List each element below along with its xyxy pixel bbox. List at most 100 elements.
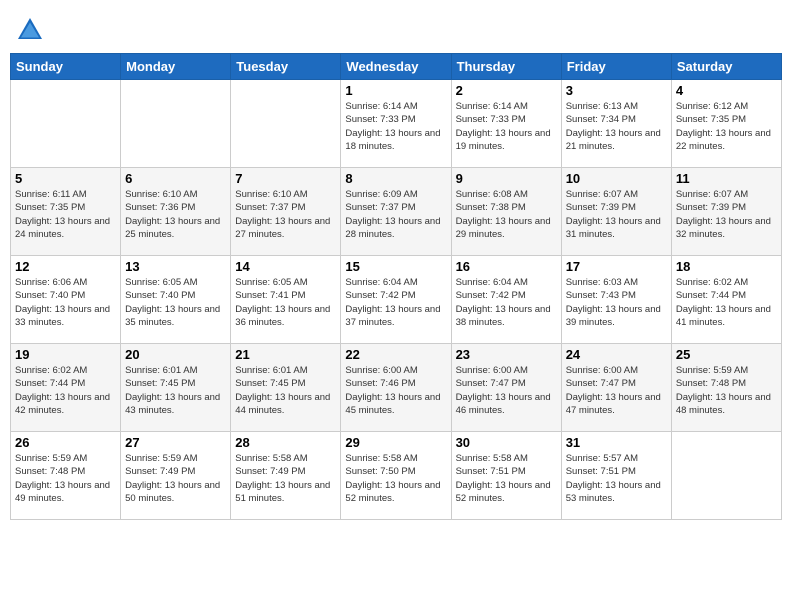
day-info: Sunrise: 6:09 AM Sunset: 7:37 PM Dayligh…: [345, 188, 446, 241]
day-info: Sunrise: 6:05 AM Sunset: 7:40 PM Dayligh…: [125, 276, 226, 329]
logo-icon: [15, 15, 45, 45]
header: [10, 10, 782, 45]
day-number: 29: [345, 435, 446, 450]
day-number: 11: [676, 171, 777, 186]
day-number: 14: [235, 259, 336, 274]
calendar-cell: [671, 432, 781, 520]
day-number: 18: [676, 259, 777, 274]
day-number: 31: [566, 435, 667, 450]
day-number: 26: [15, 435, 116, 450]
day-info: Sunrise: 6:14 AM Sunset: 7:33 PM Dayligh…: [345, 100, 446, 153]
day-info: Sunrise: 6:13 AM Sunset: 7:34 PM Dayligh…: [566, 100, 667, 153]
day-number: 23: [456, 347, 557, 362]
calendar-cell: 10 Sunrise: 6:07 AM Sunset: 7:39 PM Dayli…: [561, 168, 671, 256]
weekday-header-monday: Monday: [121, 54, 231, 80]
calendar-cell: 16Sunrise: 6:04 AM Sunset: 7:42 PM Dayli…: [451, 256, 561, 344]
day-info: Sunrise: 6:02 AM Sunset: 7:44 PM Dayligh…: [676, 276, 777, 329]
day-number: 9: [456, 171, 557, 186]
calendar-cell: 25Sunrise: 5:59 AM Sunset: 7:48 PM Dayli…: [671, 344, 781, 432]
day-info: Sunrise: 6:10 AM Sunset: 7:37 PM Dayligh…: [235, 188, 336, 241]
calendar-cell: 11 Sunrise: 6:07 AM Sunset: 7:39 PM Dayli…: [671, 168, 781, 256]
calendar-cell: 5 Sunrise: 6:11 AM Sunset: 7:35 PM Daylig…: [11, 168, 121, 256]
day-info: Sunrise: 6:01 AM Sunset: 7:45 PM Dayligh…: [125, 364, 226, 417]
day-info: Sunrise: 5:58 AM Sunset: 7:49 PM Dayligh…: [235, 452, 336, 505]
calendar-cell: 4 Sunrise: 6:12 AM Sunset: 7:35 PM Daylig…: [671, 80, 781, 168]
calendar-cell: 15Sunrise: 6:04 AM Sunset: 7:42 PM Dayli…: [341, 256, 451, 344]
day-number: 25: [676, 347, 777, 362]
calendar-cell: 28 Sunrise: 5:58 AM Sunset: 7:49 PM Dayli…: [231, 432, 341, 520]
week-row-4: 19Sunrise: 6:02 AM Sunset: 7:44 PM Dayli…: [11, 344, 782, 432]
day-info: Sunrise: 5:57 AM Sunset: 7:51 PM Dayligh…: [566, 452, 667, 505]
weekday-header-wednesday: Wednesday: [341, 54, 451, 80]
weekday-header-row: SundayMondayTuesdayWednesdayThursdayFrid…: [11, 54, 782, 80]
day-number: 17: [566, 259, 667, 274]
weekday-header-thursday: Thursday: [451, 54, 561, 80]
day-number: 22: [345, 347, 446, 362]
weekday-header-tuesday: Tuesday: [231, 54, 341, 80]
day-number: 2: [456, 83, 557, 98]
day-number: 28: [235, 435, 336, 450]
calendar-cell: 29 Sunrise: 5:58 AM Sunset: 7:50 PM Dayli…: [341, 432, 451, 520]
day-number: 19: [15, 347, 116, 362]
calendar: SundayMondayTuesdayWednesdayThursdayFrid…: [10, 53, 782, 520]
day-number: 8: [345, 171, 446, 186]
week-row-2: 5 Sunrise: 6:11 AM Sunset: 7:35 PM Daylig…: [11, 168, 782, 256]
day-info: Sunrise: 6:00 AM Sunset: 7:46 PM Dayligh…: [345, 364, 446, 417]
calendar-cell: [121, 80, 231, 168]
day-info: Sunrise: 6:06 AM Sunset: 7:40 PM Dayligh…: [15, 276, 116, 329]
day-info: Sunrise: 6:08 AM Sunset: 7:38 PM Dayligh…: [456, 188, 557, 241]
calendar-cell: 8 Sunrise: 6:09 AM Sunset: 7:37 PM Daylig…: [341, 168, 451, 256]
day-info: Sunrise: 6:04 AM Sunset: 7:42 PM Dayligh…: [456, 276, 557, 329]
day-info: Sunrise: 6:00 AM Sunset: 7:47 PM Dayligh…: [456, 364, 557, 417]
calendar-cell: 2 Sunrise: 6:14 AM Sunset: 7:33 PM Daylig…: [451, 80, 561, 168]
logo: [15, 15, 49, 45]
week-row-5: 26 Sunrise: 5:59 AM Sunset: 7:48 PM Dayli…: [11, 432, 782, 520]
calendar-cell: 7 Sunrise: 6:10 AM Sunset: 7:37 PM Daylig…: [231, 168, 341, 256]
calendar-cell: 27 Sunrise: 5:59 AM Sunset: 7:49 PM Dayli…: [121, 432, 231, 520]
day-number: 10: [566, 171, 667, 186]
day-number: 3: [566, 83, 667, 98]
calendar-cell: 22 Sunrise: 6:00 AM Sunset: 7:46 PM Dayli…: [341, 344, 451, 432]
calendar-cell: 24Sunrise: 6:00 AM Sunset: 7:47 PM Dayli…: [561, 344, 671, 432]
calendar-cell: 30 Sunrise: 5:58 AM Sunset: 7:51 PM Dayli…: [451, 432, 561, 520]
week-row-1: 1Sunrise: 6:14 AM Sunset: 7:33 PM Daylig…: [11, 80, 782, 168]
calendar-cell: [11, 80, 121, 168]
weekday-header-friday: Friday: [561, 54, 671, 80]
weekday-header-sunday: Sunday: [11, 54, 121, 80]
day-info: Sunrise: 6:05 AM Sunset: 7:41 PM Dayligh…: [235, 276, 336, 329]
day-number: 13: [125, 259, 226, 274]
day-info: Sunrise: 6:01 AM Sunset: 7:45 PM Dayligh…: [235, 364, 336, 417]
day-info: Sunrise: 6:03 AM Sunset: 7:43 PM Dayligh…: [566, 276, 667, 329]
calendar-cell: 14 Sunrise: 6:05 AM Sunset: 7:41 PM Dayli…: [231, 256, 341, 344]
calendar-cell: 21 Sunrise: 6:01 AM Sunset: 7:45 PM Dayli…: [231, 344, 341, 432]
calendar-cell: 26 Sunrise: 5:59 AM Sunset: 7:48 PM Dayli…: [11, 432, 121, 520]
day-number: 4: [676, 83, 777, 98]
calendar-cell: 3 Sunrise: 6:13 AM Sunset: 7:34 PM Daylig…: [561, 80, 671, 168]
calendar-cell: [231, 80, 341, 168]
day-number: 7: [235, 171, 336, 186]
day-info: Sunrise: 6:14 AM Sunset: 7:33 PM Dayligh…: [456, 100, 557, 153]
calendar-cell: 1Sunrise: 6:14 AM Sunset: 7:33 PM Daylig…: [341, 80, 451, 168]
calendar-cell: 20 Sunrise: 6:01 AM Sunset: 7:45 PM Dayli…: [121, 344, 231, 432]
day-info: Sunrise: 6:12 AM Sunset: 7:35 PM Dayligh…: [676, 100, 777, 153]
day-info: Sunrise: 6:07 AM Sunset: 7:39 PM Dayligh…: [676, 188, 777, 241]
day-info: Sunrise: 6:07 AM Sunset: 7:39 PM Dayligh…: [566, 188, 667, 241]
day-number: 15: [345, 259, 446, 274]
day-number: 20: [125, 347, 226, 362]
calendar-cell: 31 Sunrise: 5:57 AM Sunset: 7:51 PM Dayli…: [561, 432, 671, 520]
day-number: 27: [125, 435, 226, 450]
day-number: 30: [456, 435, 557, 450]
day-info: Sunrise: 6:11 AM Sunset: 7:35 PM Dayligh…: [15, 188, 116, 241]
day-number: 21: [235, 347, 336, 362]
day-number: 12: [15, 259, 116, 274]
calendar-cell: 13 Sunrise: 6:05 AM Sunset: 7:40 PM Dayli…: [121, 256, 231, 344]
day-info: Sunrise: 5:58 AM Sunset: 7:50 PM Dayligh…: [345, 452, 446, 505]
week-row-3: 12 Sunrise: 6:06 AM Sunset: 7:40 PM Dayli…: [11, 256, 782, 344]
day-info: Sunrise: 5:59 AM Sunset: 7:49 PM Dayligh…: [125, 452, 226, 505]
day-info: Sunrise: 5:58 AM Sunset: 7:51 PM Dayligh…: [456, 452, 557, 505]
calendar-cell: 9 Sunrise: 6:08 AM Sunset: 7:38 PM Daylig…: [451, 168, 561, 256]
day-number: 5: [15, 171, 116, 186]
calendar-cell: 6Sunrise: 6:10 AM Sunset: 7:36 PM Daylig…: [121, 168, 231, 256]
day-info: Sunrise: 5:59 AM Sunset: 7:48 PM Dayligh…: [15, 452, 116, 505]
calendar-cell: 18 Sunrise: 6:02 AM Sunset: 7:44 PM Dayli…: [671, 256, 781, 344]
